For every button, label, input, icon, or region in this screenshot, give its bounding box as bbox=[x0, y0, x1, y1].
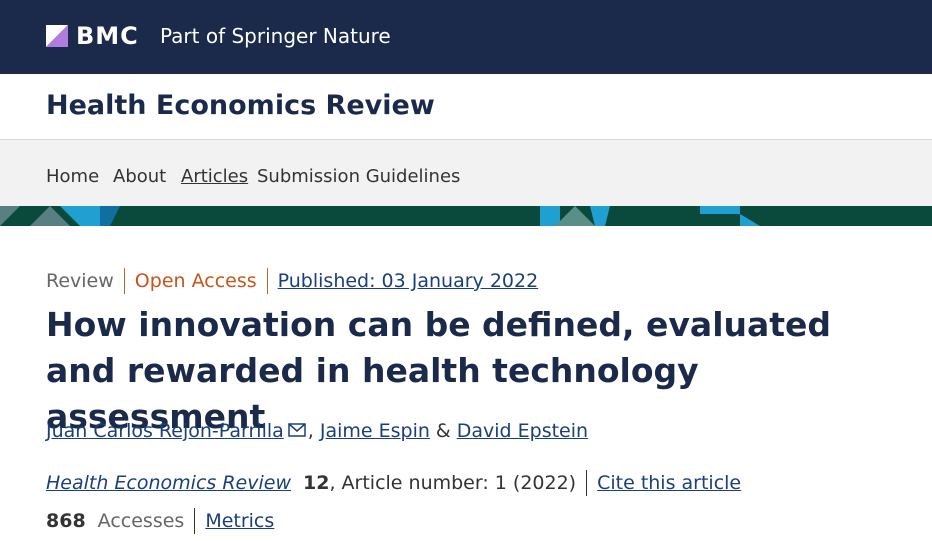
citation-detail: , Article number: 1 (2022) bbox=[329, 472, 577, 494]
author-separator: & bbox=[435, 420, 451, 442]
citation-journal-link[interactable]: Health Economics Review bbox=[46, 472, 291, 494]
metrics-divider bbox=[194, 508, 196, 534]
access-count-label: Accesses bbox=[97, 510, 185, 532]
nav-item-about[interactable]: About bbox=[113, 166, 166, 187]
author-link[interactable]: David Epstein bbox=[457, 420, 588, 442]
author-separator: , bbox=[307, 420, 314, 442]
brand-header: BMC Part of Springer Nature bbox=[0, 0, 932, 74]
meta-divider bbox=[266, 268, 268, 294]
bmc-logo-icon bbox=[46, 25, 68, 47]
nav-item-articles[interactable]: Articles bbox=[181, 166, 248, 187]
nav-item-submission-guidelines[interactable]: Submission Guidelines bbox=[257, 166, 460, 187]
article-meta-line: Review Open Access Published: 03 January… bbox=[46, 268, 538, 294]
metrics-link[interactable]: Metrics bbox=[205, 510, 274, 532]
main-navigation: Home About Articles Submission Guideline… bbox=[0, 140, 932, 206]
open-access-badge: Open Access bbox=[134, 270, 257, 292]
author-link[interactable]: Juan Carlos Rejon-Parrilla bbox=[46, 420, 284, 442]
published-date-link[interactable]: Published: 03 January 2022 bbox=[278, 270, 539, 292]
citation-volume: 12 bbox=[303, 472, 330, 494]
nav-item-home[interactable]: Home bbox=[46, 166, 99, 187]
envelope-icon[interactable] bbox=[288, 420, 306, 437]
author-list: Juan Carlos Rejon-Parrilla , Jaime Espin… bbox=[46, 420, 588, 442]
brand-tagline[interactable]: Part of Springer Nature bbox=[160, 24, 391, 48]
access-count: 868 bbox=[46, 510, 86, 532]
journal-title[interactable]: Health Economics Review bbox=[46, 90, 435, 121]
meta-divider bbox=[123, 268, 125, 294]
brand-logo-text: BMC bbox=[76, 22, 139, 50]
decorative-band bbox=[0, 206, 932, 226]
article-metrics: 868 Accesses Metrics bbox=[46, 508, 274, 534]
bmc-logo[interactable]: BMC bbox=[46, 22, 139, 50]
journal-header: Health Economics Review bbox=[0, 74, 932, 140]
author-link[interactable]: Jaime Espin bbox=[320, 420, 430, 442]
cite-this-article-link[interactable]: Cite this article bbox=[597, 472, 741, 494]
article-type: Review bbox=[46, 270, 114, 292]
citation-line: Health Economics Review 12 , Article num… bbox=[46, 470, 741, 496]
citation-divider bbox=[586, 470, 588, 496]
